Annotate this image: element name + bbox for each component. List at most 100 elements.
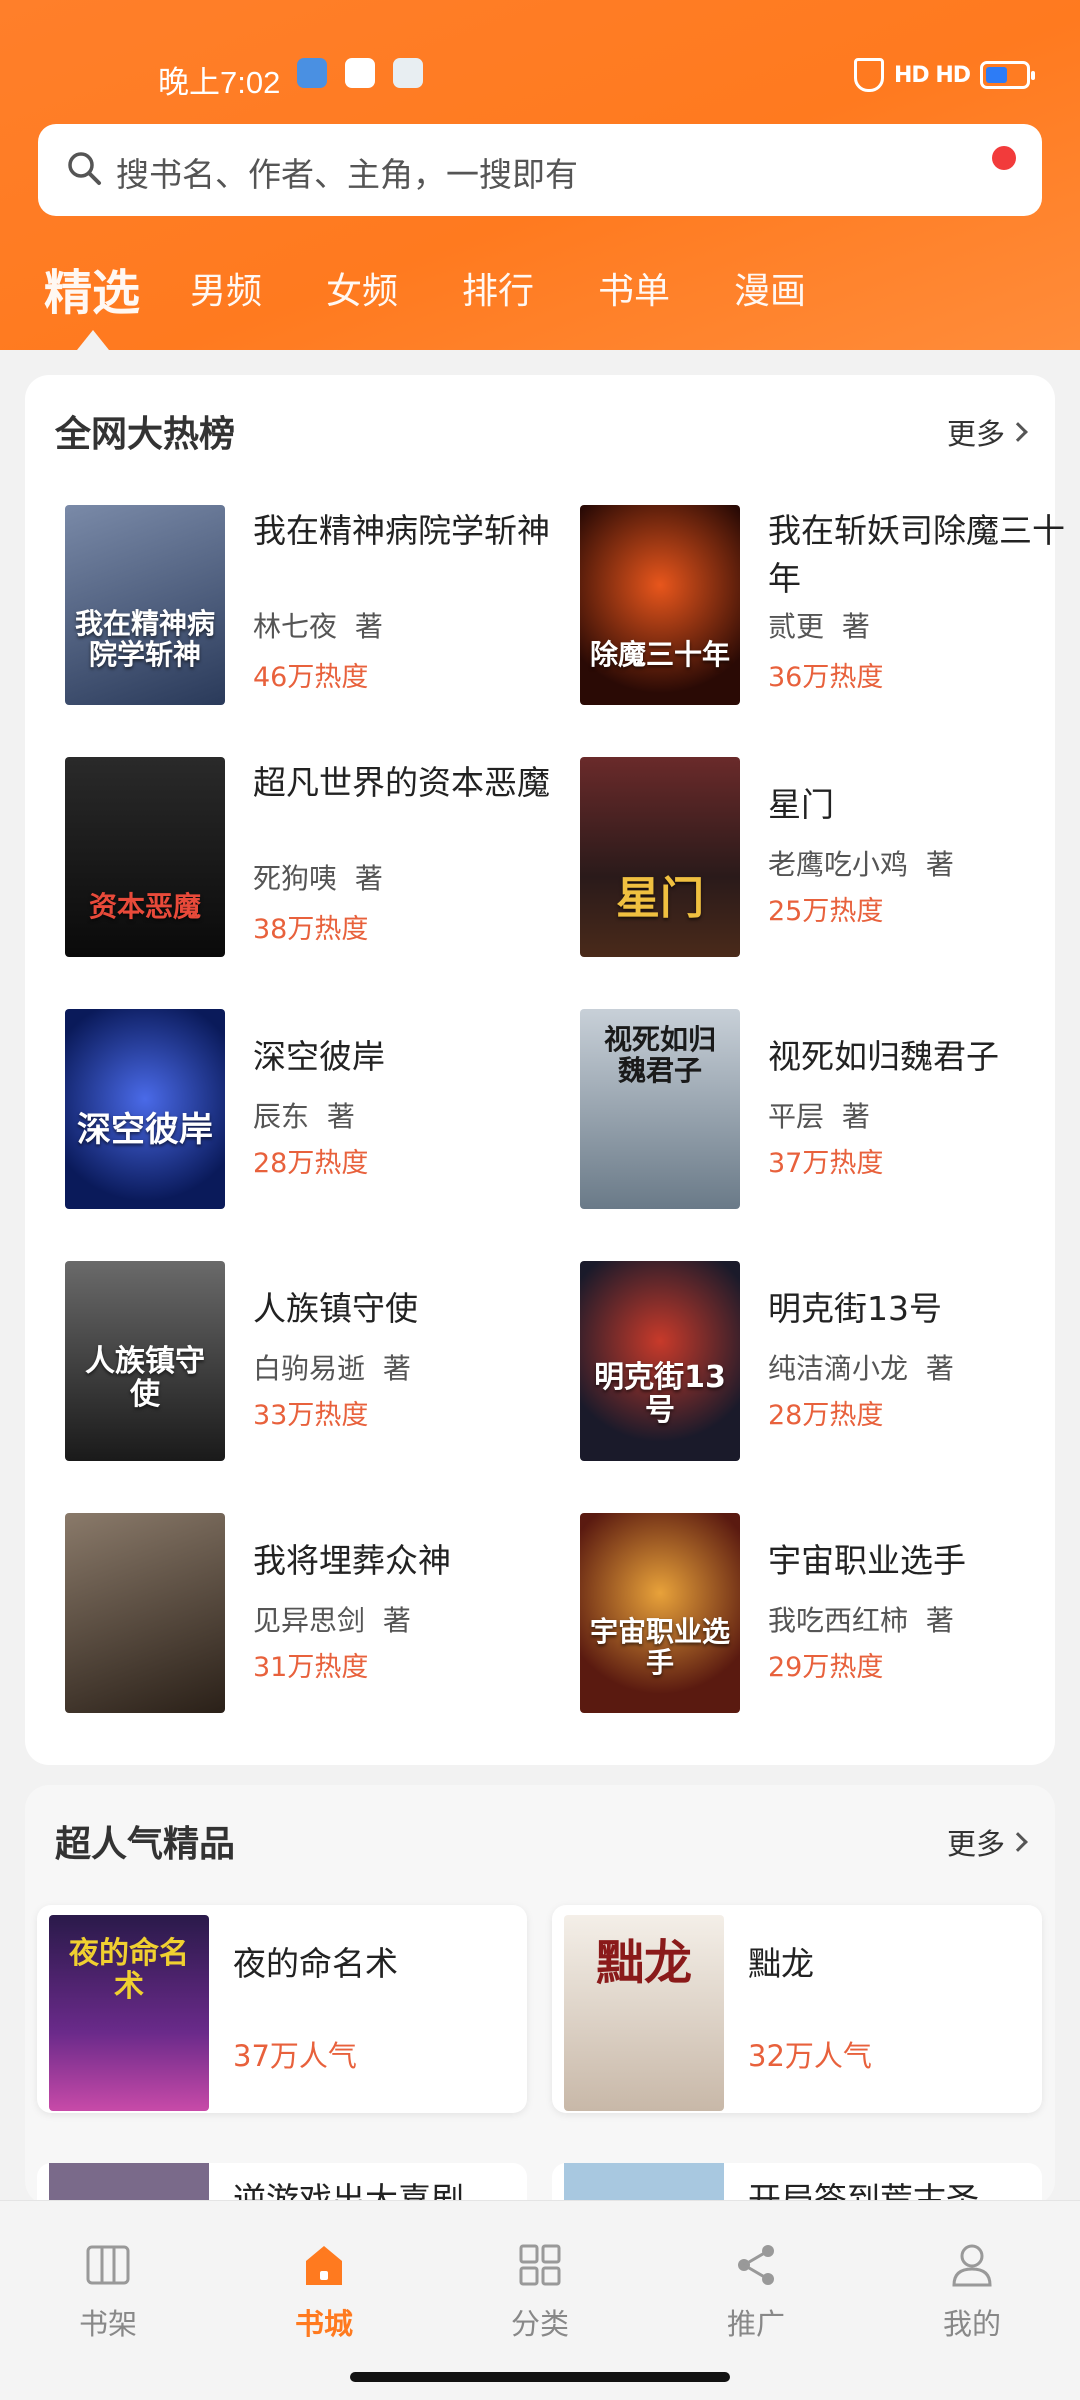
cover-text: 我在精神病院学斩神: [74, 607, 215, 672]
hot-list-card: 全网大热榜 更多 我在精神病院学斩神 我在精神病院学斩神 林七夜 著 46万热度…: [25, 375, 1065, 1765]
book-item[interactable]: 星门 星门 老鹰吃小鸡 著 25万热度: [580, 757, 1080, 967]
more-link[interactable]: 更多: [946, 1821, 1028, 1863]
chevron-right-icon: [1008, 1832, 1028, 1852]
book-author: 贰更 著: [768, 610, 870, 643]
book-heat: 28万热度: [768, 1400, 884, 1431]
book-title: 我在斩妖司除魔三十年: [768, 511, 1065, 598]
tab-booklist[interactable]: 书单: [598, 262, 670, 314]
tab-male[interactable]: 男频: [190, 262, 262, 314]
nav-bookshelf[interactable]: 书架: [48, 2241, 168, 2343]
battery-icon: [980, 61, 1035, 89]
book-item[interactable]: 视死如归 魏君子 视死如归魏君子 平层 著 37万热度: [580, 1009, 1080, 1219]
book-item[interactable]: 宇宙职业选手 宇宙职业选手 我吃西红柿 著 29万热度: [580, 1513, 1080, 1723]
popular-book-card[interactable]: 夜的命名术 夜的命名术 37万人气: [37, 1905, 527, 2113]
book-popularity: 32万人气: [748, 2039, 872, 2073]
book-cover: 我在精神病院学斩神: [65, 505, 225, 705]
book-cover: 黜龙: [564, 1915, 724, 2111]
book-item[interactable]: 深空彼岸 深空彼岸 辰东 著 28万热度: [65, 1009, 565, 1219]
search-icon: [68, 152, 101, 185]
book-title: 深空彼岸: [253, 1037, 385, 1076]
search-bar[interactable]: 搜书名、作者、主角，一搜即有: [38, 124, 1042, 216]
book-item[interactable]: 明克街13号 明克街13号 纯洁滴小龙 著 28万热度: [580, 1261, 1080, 1471]
book-cover: 人族镇守使: [65, 1261, 225, 1461]
status-bar: 晚上7:02 HD HD: [0, 45, 1080, 105]
tab-ranking[interactable]: 排行: [462, 262, 534, 314]
notification-dot-icon: [992, 146, 1016, 170]
more-link[interactable]: 更多: [946, 411, 1028, 453]
book-item[interactable]: 除魔三十年 我在斩妖司除魔三十年 贰更 著 36万热度: [580, 505, 1080, 715]
book-author: 我吃西红柿 著: [768, 1604, 954, 1637]
section-title: 全网大热榜: [55, 414, 236, 455]
book-title: 视死如归魏君子: [768, 1037, 999, 1076]
book-title: 黜龙: [748, 1944, 814, 1983]
tab-female[interactable]: 女频: [326, 262, 398, 314]
book-author: 平层 著: [768, 1100, 870, 1133]
book-title: 超凡世界的资本恶魔: [253, 763, 550, 802]
book-title: 星门: [768, 785, 834, 824]
more-label: 更多: [946, 417, 1005, 451]
book-cover: 深空彼岸: [65, 1009, 225, 1209]
bottom-nav: 书架 书城 分类 推广 我的: [0, 2200, 1080, 2400]
popular-book-card[interactable]: 黜龙 黜龙 32万人气: [552, 1905, 1042, 2113]
book-popularity: 37万人气: [233, 2039, 357, 2073]
tab-featured[interactable]: 精选: [44, 253, 140, 323]
nav-label: 我的: [942, 2307, 1001, 2341]
share-icon: [738, 2245, 774, 2285]
channel-tabs: 精选 男频 女频 排行 书单 漫画: [0, 250, 1080, 330]
book-item[interactable]: 我在精神病院学斩神 我在精神病院学斩神 林七夜 著 46万热度: [65, 505, 565, 715]
app-notification-icon: [297, 58, 327, 88]
book-title: 我在精神病院学斩神: [253, 511, 550, 550]
book-item[interactable]: 人族镇守使 人族镇守使 白驹易逝 著 33万热度: [65, 1261, 565, 1471]
cover-text: 人族镇守使: [85, 1344, 205, 1412]
book-heat: 29万热度: [768, 1652, 884, 1683]
book-author: 见异思剑 著: [253, 1604, 411, 1637]
popular-section: 超人气精品 更多 夜的命名术 夜的命名术 37万人气 黜龙 黜龙 32万人气 逆…: [25, 1785, 1055, 2223]
bookshelf-icon: [86, 2245, 130, 2285]
book-author: 老鹰吃小鸡 著: [768, 848, 954, 881]
nav-profile[interactable]: 我的: [912, 2241, 1032, 2343]
shield-icon: [853, 58, 884, 92]
book-heat: 25万热度: [768, 896, 884, 927]
cover-text: 资本恶魔: [88, 890, 201, 924]
book-title: 明克街13号: [768, 1289, 942, 1328]
book-title: 我将埋葬众神: [253, 1541, 451, 1580]
book-item[interactable]: 我将埋葬众神 见异思剑 著 31万热度: [65, 1513, 565, 1723]
book-cover: [65, 1513, 225, 1713]
chevron-right-icon: [1008, 422, 1028, 442]
active-tab-pointer: [77, 330, 109, 350]
cover-text: 星门: [616, 872, 704, 924]
cover-text: 黜龙: [595, 1935, 692, 1991]
status-indicators: HD HD: [853, 55, 1035, 95]
app-notification-icon: [393, 58, 423, 88]
cover-text: 除魔三十年: [589, 638, 730, 672]
cover-text: 夜的命名术: [69, 1936, 189, 2004]
book-cover: 资本恶魔: [65, 757, 225, 957]
nav-promote[interactable]: 推广: [696, 2241, 816, 2343]
book-heat: 46万热度: [253, 662, 369, 693]
nav-category[interactable]: 分类: [480, 2241, 600, 2343]
book-title: 人族镇守使: [253, 1289, 418, 1328]
book-item[interactable]: 资本恶魔 超凡世界的资本恶魔 死狗咦 著 38万热度: [65, 757, 565, 967]
tab-comics[interactable]: 漫画: [734, 262, 806, 314]
book-cover: 宇宙职业选手: [580, 1513, 740, 1713]
book-heat: 36万热度: [768, 662, 884, 693]
book-heat: 38万热度: [253, 914, 369, 945]
status-time: 晚上7:02: [158, 65, 281, 100]
nav-label: 书城: [294, 2307, 353, 2341]
signal-icon: HD HD: [893, 62, 971, 88]
book-heat: 31万热度: [253, 1652, 369, 1683]
book-title: 宇宙职业选手: [768, 1541, 966, 1580]
book-title: 夜的命名术: [233, 1944, 398, 1983]
nav-bookstore[interactable]: 书城: [264, 2241, 384, 2343]
book-author: 死狗咦 著: [253, 862, 383, 895]
header: 晚上7:02 HD HD 搜书名、作者、主角，一搜即有 精选 男频 女频 排行 …: [0, 0, 1080, 350]
book-author: 林七夜 著: [253, 610, 383, 643]
book-heat: 33万热度: [253, 1400, 369, 1431]
search-placeholder: 搜书名、作者、主角，一搜即有: [116, 155, 578, 194]
book-heat: 37万热度: [768, 1148, 884, 1179]
bookstore-icon: [306, 2246, 342, 2285]
home-indicator[interactable]: [350, 2372, 730, 2382]
book-author: 辰东 著: [253, 1100, 355, 1133]
nav-label: 推广: [726, 2307, 785, 2341]
more-label: 更多: [946, 1827, 1005, 1861]
